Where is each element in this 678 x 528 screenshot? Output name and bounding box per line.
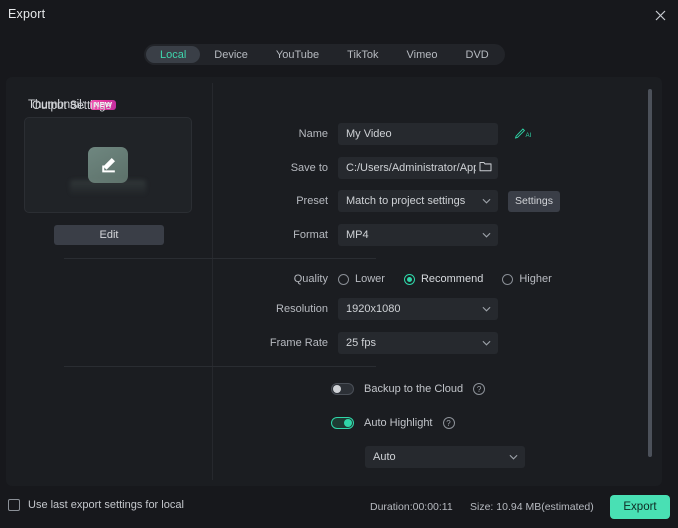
preset-label: Preset <box>232 195 338 207</box>
backup-cloud-label: Backup to the Cloud <box>364 383 463 395</box>
format-select[interactable]: MP4 <box>338 224 498 246</box>
format-label: Format <box>232 229 338 241</box>
radio-icon <box>502 274 513 285</box>
edit-thumbnail-button[interactable]: Edit <box>54 225 164 245</box>
resolution-label: Resolution <box>232 303 338 315</box>
auto-mode-row: Auto <box>365 446 525 468</box>
name-input[interactable]: My Video <box>338 123 498 145</box>
export-dialog: Export Local Device YouTube TikTok Vimeo… <box>0 0 678 528</box>
name-row: Name My Video AI <box>232 123 534 145</box>
size-text: Size: 10.94 MB(estimated) <box>470 501 594 513</box>
export-target-tabs: Local Device YouTube TikTok Vimeo DVD <box>144 44 505 65</box>
quality-recommend-label: Recommend <box>421 273 483 285</box>
preset-select[interactable]: Match to project settings <box>338 190 498 212</box>
toggle-knob <box>333 385 341 393</box>
save-to-label: Save to <box>232 162 338 174</box>
folder-icon[interactable] <box>479 161 492 175</box>
preset-row: Preset Match to project settings Setting… <box>232 190 560 212</box>
pencil-edit-icon <box>88 147 128 183</box>
resolution-select[interactable]: 1920x1080 <box>338 298 498 320</box>
backup-cloud-toggle[interactable] <box>331 383 354 395</box>
close-icon <box>655 10 666 21</box>
preset-value: Match to project settings <box>346 195 465 207</box>
help-circle-icon[interactable]: ? <box>473 383 485 395</box>
tab-dvd[interactable]: DVD <box>452 46 503 63</box>
thumbnail-reflection <box>70 180 146 196</box>
save-to-input[interactable]: C:/Users/Administrator/AppD <box>338 157 498 179</box>
tab-local[interactable]: Local <box>146 46 200 63</box>
chevron-down-icon <box>482 229 491 241</box>
use-last-settings-label: Use last export settings for local <box>28 499 184 511</box>
tab-tiktok[interactable]: TikTok <box>333 46 392 63</box>
frame-rate-row: Frame Rate 25 fps <box>232 332 498 354</box>
output-settings-title: Output Settings <box>32 100 111 112</box>
chevron-down-icon <box>482 337 491 349</box>
close-button[interactable] <box>648 4 672 26</box>
radio-icon <box>404 274 415 285</box>
export-button[interactable]: Export <box>610 495 670 519</box>
resolution-row: Resolution 1920x1080 <box>232 298 498 320</box>
auto-mode-value: Auto <box>373 451 396 463</box>
quality-label: Quality <box>232 273 338 285</box>
quality-lower-label: Lower <box>355 273 385 285</box>
panel-divider <box>212 83 213 480</box>
resolution-value: 1920x1080 <box>346 303 400 315</box>
svg-text:AI: AI <box>526 132 532 139</box>
pencil-icon <box>98 155 118 175</box>
auto-highlight-toggle[interactable] <box>331 417 354 429</box>
settings-scrollbar[interactable] <box>648 89 652 472</box>
quality-higher-label: Higher <box>519 273 551 285</box>
divider-top <box>64 258 376 259</box>
checkbox-icon <box>8 499 20 511</box>
frame-rate-value: 25 fps <box>346 337 376 349</box>
title-bar: Export <box>0 0 678 30</box>
dialog-footer: Use last export settings for local Durat… <box>0 486 678 528</box>
ai-pen-glyph: AI <box>514 127 534 141</box>
folder-glyph <box>479 161 492 172</box>
radio-icon <box>338 274 349 285</box>
auto-highlight-row: Auto Highlight ? <box>331 417 455 429</box>
auto-highlight-label: Auto Highlight <box>364 417 433 429</box>
frame-rate-select[interactable]: 25 fps <box>338 332 498 354</box>
toggle-knob <box>344 419 352 427</box>
chevron-down-icon <box>482 303 491 315</box>
scrollbar-thumb[interactable] <box>648 89 652 457</box>
name-value: My Video <box>346 128 392 140</box>
use-last-settings-checkbox[interactable]: Use last export settings for local <box>8 499 184 511</box>
save-to-row: Save to C:/Users/Administrator/AppD <box>232 157 498 179</box>
format-row: Format MP4 <box>232 224 498 246</box>
duration-text: Duration:00:00:11 <box>370 501 453 513</box>
auto-mode-select[interactable]: Auto <box>365 446 525 468</box>
save-to-value: C:/Users/Administrator/AppD <box>346 162 476 174</box>
tab-vimeo[interactable]: Vimeo <box>393 46 452 63</box>
quality-option-lower[interactable]: Lower <box>338 273 385 285</box>
help-circle-icon[interactable]: ? <box>443 417 455 429</box>
ai-pen-icon[interactable]: AI <box>514 127 534 141</box>
quality-radio-group: Lower Recommend Higher <box>338 273 552 285</box>
tab-device[interactable]: Device <box>200 46 262 63</box>
quality-option-higher[interactable]: Higher <box>502 273 551 285</box>
frame-rate-label: Frame Rate <box>232 337 338 349</box>
name-label: Name <box>232 128 338 140</box>
format-value: MP4 <box>346 229 369 241</box>
preset-settings-button[interactable]: Settings <box>508 191 560 212</box>
quality-row: Quality Lower Recommend Higher <box>232 268 552 290</box>
export-panel: Thumbnail: NEW Edit Output Settings Name… <box>6 77 662 486</box>
chevron-down-icon <box>509 451 518 463</box>
tab-youtube[interactable]: YouTube <box>262 46 333 63</box>
thumbnail-preview[interactable] <box>24 117 192 213</box>
backup-cloud-row: Backup to the Cloud ? <box>331 383 485 395</box>
quality-option-recommend[interactable]: Recommend <box>404 273 483 285</box>
page-title: Export <box>8 7 45 21</box>
chevron-down-icon <box>482 195 491 207</box>
divider-bottom <box>64 366 376 367</box>
